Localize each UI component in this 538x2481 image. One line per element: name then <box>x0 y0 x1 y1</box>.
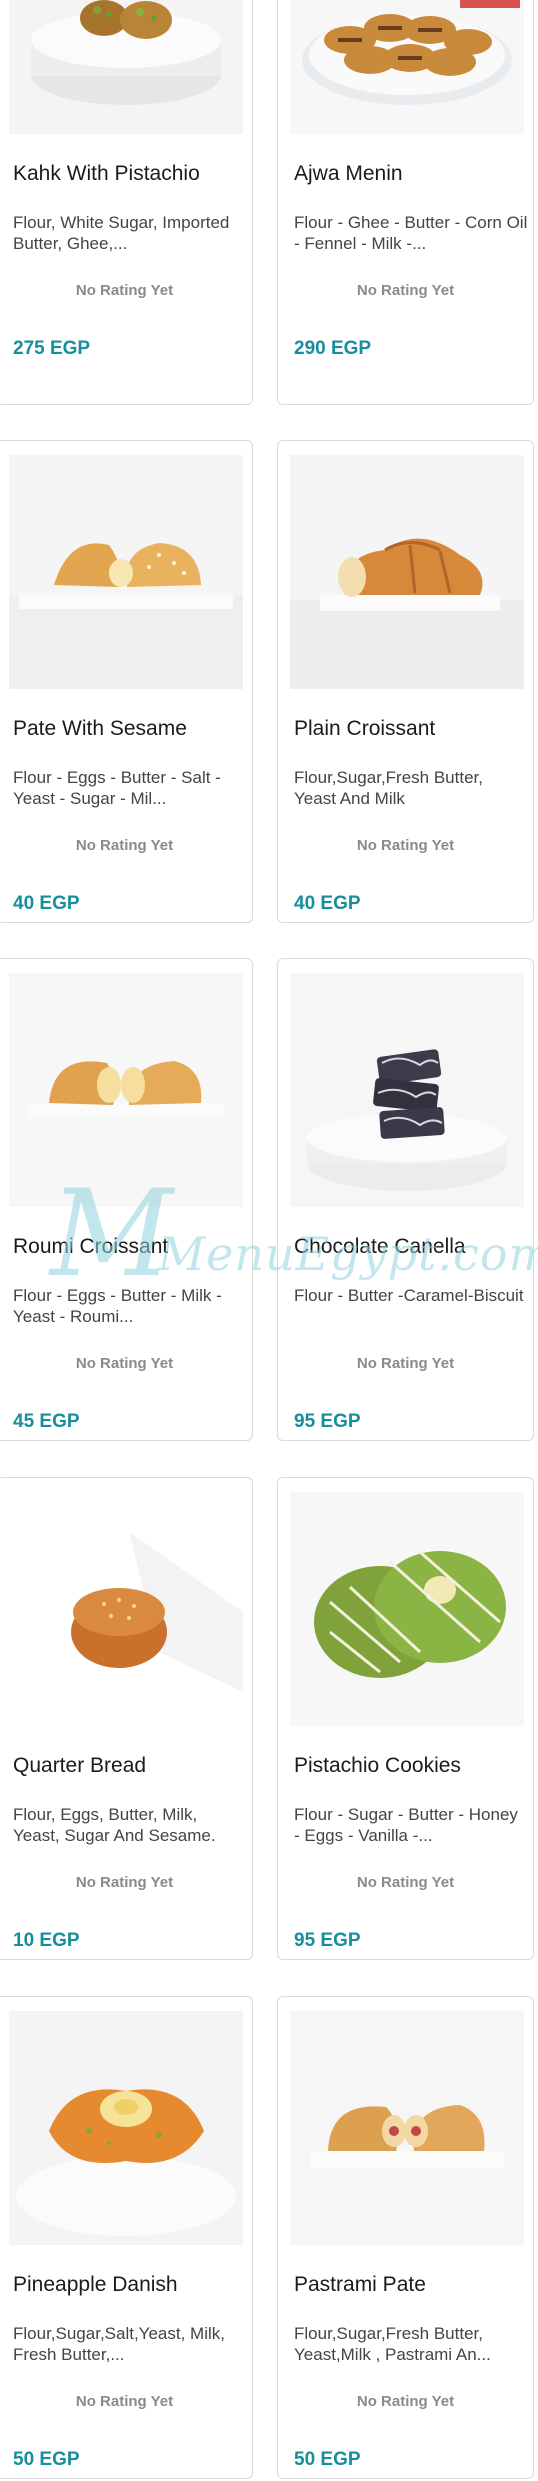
product-name: Pastrami Pate <box>294 2273 426 2296</box>
product-name: Kahk With Pistachio <box>13 162 200 185</box>
product-rating: No Rating Yet <box>75 1874 174 1891</box>
product-card[interactable]: Pastrami Pate Flour,Sugar,Fresh Butter, … <box>277 1996 534 2479</box>
product-description: Flour,Sugar,Salt,Yeast, Milk, Fresh Butt… <box>13 2324 225 2364</box>
product-rating: No Rating Yet <box>356 282 455 299</box>
product-card[interactable]: Pineapple Danish Flour,Sugar,Salt,Yeast,… <box>0 1996 253 2479</box>
product-price: 50 EGP <box>294 2449 361 2470</box>
product-rating: No Rating Yet <box>75 2393 174 2410</box>
chocolate-canella-image <box>290 973 524 1207</box>
kahk-pistachio-image <box>9 0 243 134</box>
product-card[interactable]: Pate With Sesame Flour - Eggs - Butter -… <box>0 440 253 923</box>
product-rating: No Rating Yet <box>75 282 174 299</box>
pineapple-danish-image <box>9 2011 243 2245</box>
product-card[interactable]: Quarter Bread Flour, Eggs, Butter, Milk,… <box>0 1477 253 1960</box>
pastrami-pate-image <box>290 2011 524 2245</box>
product-rating: No Rating Yet <box>75 1355 174 1372</box>
product-card[interactable]: Ajwa Menin Flour - Ghee - Butter - Corn … <box>277 0 534 405</box>
product-name: Pineapple Danish <box>13 2273 178 2296</box>
product-description: Flour,Sugar,Fresh Butter, Yeast,Milk , P… <box>294 2324 491 2364</box>
product-description: Flour, White Sugar, Imported Butter, Ghe… <box>13 213 230 253</box>
product-price: 50 EGP <box>13 2449 80 2470</box>
product-name: Pistachio Cookies <box>294 1754 461 1777</box>
product-rating: No Rating Yet <box>356 2393 455 2410</box>
product-price: 290 EGP <box>294 338 372 359</box>
product-card[interactable]: Plain Croissant Flour,Sugar,Fresh Butter… <box>277 440 534 923</box>
product-description: Flour - Eggs - Butter - Milk - Yeast - R… <box>13 1286 222 1326</box>
product-name: Plain Croissant <box>294 717 436 740</box>
product-description: Flour, Eggs, Butter, Milk, Yeast, Sugar … <box>13 1805 216 1845</box>
product-description: Flour - Butter -Caramel-Biscuit <box>294 1286 524 1305</box>
product-price: 40 EGP <box>13 893 80 914</box>
ajwa-menin-image <box>290 0 524 134</box>
product-price: 95 EGP <box>294 1411 361 1432</box>
product-name: Pate With Sesame <box>13 717 187 740</box>
product-description: Flour - Ghee - Butter - Corn Oil - Fenne… <box>294 213 528 253</box>
product-price: 95 EGP <box>294 1930 361 1951</box>
plain-croissant-image <box>290 455 524 689</box>
quarter-bread-image <box>9 1492 243 1726</box>
product-description: Flour - Eggs - Butter - Salt - Yeast - S… <box>13 768 221 808</box>
pistachio-cookies-image <box>290 1492 524 1726</box>
product-name: Ajwa Menin <box>294 162 403 185</box>
roumi-croissant-image <box>9 973 243 1207</box>
product-rating: No Rating Yet <box>356 837 455 854</box>
product-name: Quarter Bread <box>13 1754 147 1777</box>
product-card[interactable]: Roumi Croissant Flour - Eggs - Butter - … <box>0 958 253 1441</box>
product-card[interactable]: Kahk With Pistachio Flour, White Sugar, … <box>0 0 253 405</box>
product-price: 275 EGP <box>13 338 91 359</box>
product-name: Roumi Croissant <box>13 1235 169 1258</box>
product-price: 40 EGP <box>294 893 361 914</box>
product-price: 45 EGP <box>13 1411 80 1432</box>
product-price: 10 EGP <box>13 1930 80 1951</box>
product-card[interactable]: Pistachio Cookies Flour - Sugar - Butter… <box>277 1477 534 1960</box>
product-name: Chocolate Canella <box>294 1235 466 1258</box>
pate-sesame-image <box>9 455 243 689</box>
product-rating: No Rating Yet <box>75 837 174 854</box>
product-card[interactable]: Chocolate Canella Flour - Butter -Carame… <box>277 958 534 1441</box>
product-rating: No Rating Yet <box>356 1874 455 1891</box>
product-grid: Kahk With Pistachio Flour, White Sugar, … <box>0 0 538 2481</box>
product-rating: No Rating Yet <box>356 1355 455 1372</box>
product-description: Flour,Sugar,Fresh Butter, Yeast And Milk <box>294 768 483 808</box>
product-description: Flour - Sugar - Butter - Honey - Eggs - … <box>294 1805 518 1845</box>
